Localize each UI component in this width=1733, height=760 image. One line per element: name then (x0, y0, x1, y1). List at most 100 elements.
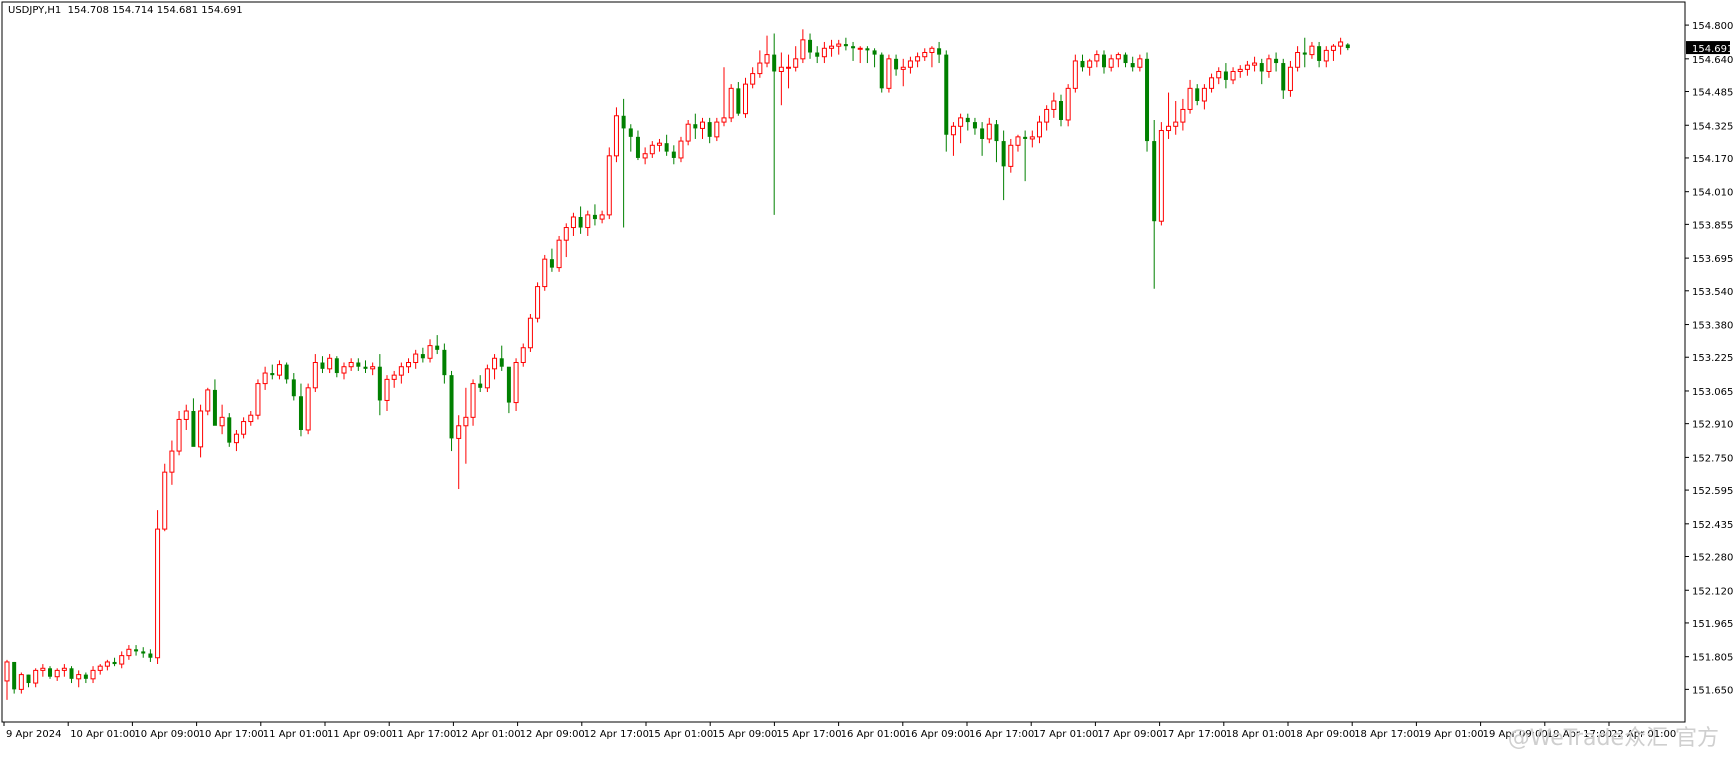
candle-body (212, 389, 217, 426)
candle-body (578, 216, 583, 228)
candle (499, 345, 504, 371)
candle (1287, 60, 1293, 97)
candle (764, 35, 770, 68)
candle (772, 33, 777, 215)
candle (570, 212, 576, 236)
candle (994, 119, 999, 163)
candle-body (141, 651, 146, 654)
candle-body (33, 669, 39, 684)
candle (865, 46, 870, 64)
candle (219, 404, 225, 435)
candle-body (613, 115, 619, 157)
candle (872, 48, 877, 68)
candle-body (48, 668, 53, 677)
candle-body (262, 372, 268, 385)
candle (1044, 105, 1050, 131)
candle-body (1065, 87, 1071, 121)
candle-body (685, 123, 691, 142)
candle (843, 37, 848, 51)
candle (1345, 43, 1350, 51)
candle (628, 124, 633, 152)
candle-body (535, 286, 541, 319)
candle (141, 647, 146, 658)
price-tick-label: 153.695 (1692, 254, 1733, 265)
candle (291, 373, 296, 401)
candle (484, 364, 490, 393)
candle-body (478, 383, 483, 388)
candle-body (233, 433, 239, 444)
candle-body (1237, 68, 1243, 72)
candle-body (1123, 54, 1128, 64)
candle (535, 282, 541, 323)
candle (1015, 134, 1021, 152)
candle-body (1295, 52, 1301, 68)
candle-body (26, 674, 31, 684)
candle (671, 145, 676, 165)
candle-body (183, 410, 189, 420)
candle-body (656, 142, 662, 146)
candle (542, 254, 548, 291)
candle-body (915, 56, 921, 62)
time-tick-label: 17 Apr 09:00 (1097, 729, 1162, 740)
candle-body (90, 669, 96, 680)
candle (958, 113, 964, 144)
candle-body (929, 47, 935, 54)
candle-body (327, 357, 333, 370)
candle-body (1137, 58, 1143, 68)
candle (1281, 58, 1286, 99)
candle-body (628, 128, 633, 137)
price-tick-label: 154.485 (1692, 88, 1733, 99)
candle-body (1166, 125, 1172, 132)
candle (18, 672, 24, 694)
candle-body (649, 144, 655, 155)
candle (685, 119, 691, 146)
candle-body (61, 667, 67, 671)
candle (262, 366, 268, 390)
candle (786, 54, 792, 89)
candle (1008, 138, 1014, 173)
candle-body (599, 214, 605, 220)
candle (513, 358, 519, 412)
candle-body (1201, 87, 1207, 102)
candle (456, 415, 462, 490)
price-tick-label: 153.855 (1692, 220, 1733, 231)
candle-body (1317, 46, 1322, 61)
time-tick-label: 19 Apr 01:00 (1418, 729, 1483, 740)
price-tick-label: 151.805 (1692, 653, 1733, 664)
candle (736, 82, 741, 116)
candle-body (348, 362, 354, 368)
candle (69, 666, 74, 684)
candle-body (1044, 108, 1050, 123)
candle-body (829, 45, 835, 49)
candle (1201, 84, 1207, 110)
candle (155, 510, 161, 665)
candle (12, 661, 17, 694)
candle (1295, 46, 1301, 72)
candle-body (808, 39, 813, 53)
candle-body (527, 317, 533, 349)
candle (965, 113, 970, 131)
candle (148, 649, 153, 662)
candle-body (986, 123, 992, 140)
candle-body (398, 366, 404, 376)
candle-body (1287, 66, 1293, 91)
candle-body (227, 417, 232, 443)
candle (678, 136, 684, 163)
candle-body (1230, 70, 1236, 81)
candle-body (54, 669, 60, 678)
candle (40, 664, 46, 677)
candle (83, 672, 88, 684)
candle (1001, 130, 1006, 201)
candle (1209, 73, 1215, 93)
candle-body (736, 88, 741, 114)
candle-body (148, 653, 153, 658)
price-tick-label: 154.325 (1692, 121, 1733, 132)
candle (276, 360, 282, 380)
candle-body (456, 425, 462, 439)
candle (578, 206, 583, 234)
candle (757, 50, 763, 78)
candle-body (255, 383, 261, 416)
candle-body (499, 358, 504, 367)
candlestick-chart[interactable]: 154.800 154.640 154.485 154.325 154.170 154.0… (0, 0, 1733, 756)
candle-body (384, 378, 390, 401)
